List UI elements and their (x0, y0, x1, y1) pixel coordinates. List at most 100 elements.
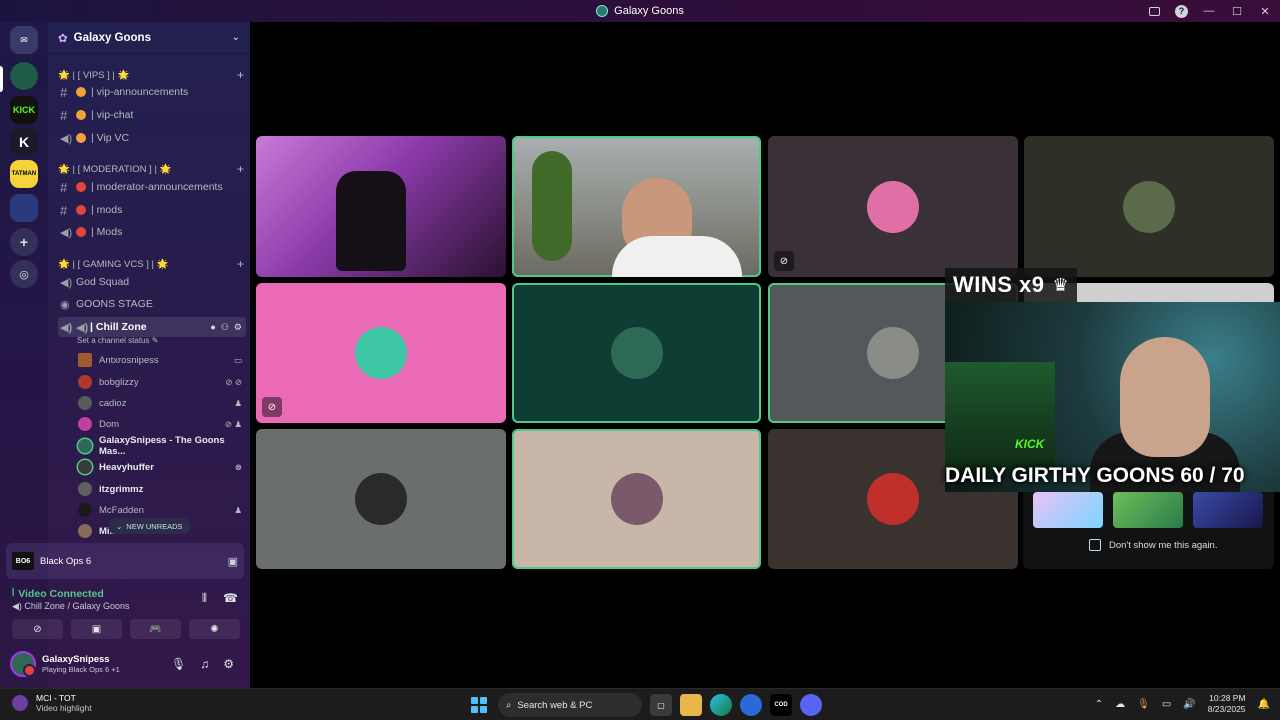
share-screen-button[interactable]: ▣ (71, 619, 122, 639)
add-channel-icon[interactable]: + (237, 257, 244, 271)
video-tile-1[interactable] (256, 136, 506, 277)
soundboard-button[interactable]: ✺ (189, 619, 240, 639)
add-channel-icon[interactable]: + (237, 68, 244, 82)
settings-icon[interactable]: ⚙ (234, 322, 242, 333)
voice-channel-icon: ◀) (60, 226, 73, 239)
server-name: Galaxy Goons (73, 31, 151, 44)
server-folder[interactable] (10, 194, 38, 222)
chat-icon[interactable]: ● (210, 322, 215, 333)
disconnect-icon[interactable]: ☎ (223, 591, 238, 606)
help-icon[interactable]: ? (1175, 4, 1188, 18)
channel-mods[interactable]: # | mods (58, 200, 246, 220)
add-channel-icon[interactable]: + (237, 162, 244, 176)
explore-icon[interactable]: ◎ (10, 260, 38, 288)
mic-icon[interactable]: 🎙 (171, 657, 186, 671)
activity-thumbnail[interactable] (1113, 492, 1183, 528)
close-button[interactable]: ✕ (1258, 4, 1272, 18)
dont-show-again[interactable]: Don't show me this again. (1089, 539, 1217, 551)
channel-label: | mods (91, 204, 123, 216)
server-header[interactable]: ✿ Galaxy Goons ⌄ (48, 22, 250, 54)
channel-vip-announcements[interactable]: # | vip-announcements (58, 82, 246, 102)
network-icon[interactable]: ▭ (1162, 699, 1171, 710)
checkbox[interactable] (1089, 539, 1101, 551)
file-explorer-icon[interactable] (680, 694, 702, 716)
server-k-logo[interactable]: K (10, 128, 38, 156)
member-antxrosnipess[interactable]: Antxrosnipess ▭ (78, 351, 242, 369)
mic-tray-icon[interactable]: 🎙 (1137, 699, 1150, 710)
inbox-icon[interactable] (1147, 4, 1161, 18)
member-name: GalaxySnipess - The Goons Mas... (99, 435, 225, 457)
video-tile-4[interactable] (1024, 136, 1274, 277)
server-kick[interactable]: KICK (10, 96, 38, 124)
channel-status[interactable]: Set a channel status ✎ (77, 336, 158, 345)
voice-location[interactable]: ◀) Chill Zone / Galaxy Goons (12, 601, 129, 612)
video-tile-2[interactable] (512, 136, 761, 277)
member-bobglizzy[interactable]: bobglizzy ⊘ ⊘ (78, 373, 242, 391)
video-tile-8[interactable] (256, 429, 506, 569)
cloud-icon[interactable]: ☁ (1115, 699, 1125, 710)
add-server-icon[interactable]: + (10, 228, 38, 256)
category-moderation[interactable]: 🌟 | [ MODERATION ] | 🌟 + (58, 162, 244, 176)
member-itzgrimmz[interactable]: itzgrimmz (78, 480, 242, 498)
category-gaming-vcs[interactable]: 🌟 | [ GAMING VCS ] | 🌟 + (58, 257, 244, 271)
store-icon[interactable] (740, 694, 762, 716)
avatar (78, 353, 92, 367)
camera-off-button[interactable]: ⊘ (12, 619, 63, 639)
person-shirt (612, 236, 742, 277)
stream-game-icon[interactable]: ▣ (228, 555, 238, 568)
user-avatar[interactable] (10, 651, 36, 677)
xbox-icon: ⊗ (234, 461, 242, 472)
new-unreads-pill[interactable]: ⌄ NEW UNREADS (108, 518, 191, 534)
channel-label: | moderator-announcements (91, 181, 223, 193)
server-galaxy-goons[interactable] (10, 62, 38, 90)
volume-icon[interactable]: 🔊 (1183, 699, 1195, 710)
member-mcfadden[interactable]: McFadden ♟ (78, 501, 242, 519)
channel-goons-stage[interactable]: ◉ GOONS STAGE (58, 294, 246, 314)
notification-icon[interactable]: 🔔 (1258, 699, 1270, 710)
task-view-icon[interactable]: ▢ (650, 694, 672, 716)
start-button[interactable] (468, 694, 490, 716)
user-settings-icon[interactable]: ⚙ (223, 657, 234, 671)
tray-chevron-icon[interactable]: ⌃ (1095, 699, 1103, 710)
headphones-icon[interactable]: ♫ (200, 657, 209, 671)
member-galaxysnipess[interactable]: GalaxySnipess - The Goons Mas... (78, 435, 242, 457)
member-cadioz[interactable]: cadioz ♟ (78, 394, 242, 412)
minimize-button[interactable]: — (1202, 4, 1216, 18)
member-heavyhuffer[interactable]: Heavyhuffer ⊗ (78, 458, 242, 476)
discord-taskbar-icon[interactable] (800, 694, 822, 716)
invite-icon[interactable]: ⚇ (221, 322, 229, 333)
cod-icon[interactable]: COD (770, 694, 792, 716)
discord-home-icon[interactable]: ✉ (10, 26, 38, 54)
channel-god-squad[interactable]: ◀) God Squad (58, 272, 246, 292)
activities-button[interactable]: 🎮 (130, 619, 181, 639)
channel-vip-chat[interactable]: # | vip-chat (58, 105, 246, 125)
game-activity-panel[interactable]: BO6 Black Ops 6 ▣ (6, 543, 244, 579)
search-text: Search web & PC (517, 699, 593, 711)
activity-thumbnail[interactable] (1193, 492, 1263, 528)
noise-suppression-icon[interactable]: ⦀ (202, 591, 207, 606)
taskbar-search[interactable]: ⌕ Search web & PC (498, 693, 642, 717)
participant-avatar (610, 473, 663, 525)
category-vips[interactable]: 🌟 | [ VIPS ] | 🌟 + (58, 68, 244, 82)
user-name[interactable]: GalaxySnipess (42, 654, 120, 665)
text-channel-icon: # (60, 179, 68, 195)
channel-moderator-announcements[interactable]: # | moderator-announcements (58, 177, 246, 197)
video-tile-9[interactable] (512, 429, 761, 569)
edge-icon[interactable] (710, 694, 732, 716)
channel-chill-zone[interactable]: ◀) ◀) | Chill Zone ● ⚇ ⚙ (58, 317, 246, 337)
background-shelf (945, 362, 1055, 472)
video-tile-3[interactable]: ⊘ (768, 136, 1018, 277)
video-tile-5[interactable]: ⊘ (256, 283, 506, 423)
member-dom[interactable]: Dom ⊘ ♟ (78, 415, 242, 433)
video-tile-6[interactable] (512, 283, 761, 423)
server-yellow[interactable]: TATMAN (10, 160, 38, 188)
taskbar-widget[interactable]: MCI - TOT Video highlight (12, 693, 92, 713)
text-channel-icon: # (60, 84, 68, 100)
voice-status[interactable]: ⦚ Video Connected (12, 587, 104, 600)
avatar (78, 396, 92, 410)
maximize-button[interactable]: ☐ (1230, 4, 1244, 18)
channel-vip-vc[interactable]: ◀) | Vip VC (58, 128, 246, 148)
clock[interactable]: 10:28 PM 8/23/2025 (1208, 693, 1246, 715)
channel-mods-voice[interactable]: ◀) | Mods (58, 222, 246, 242)
activity-thumbnail[interactable] (1033, 492, 1103, 528)
